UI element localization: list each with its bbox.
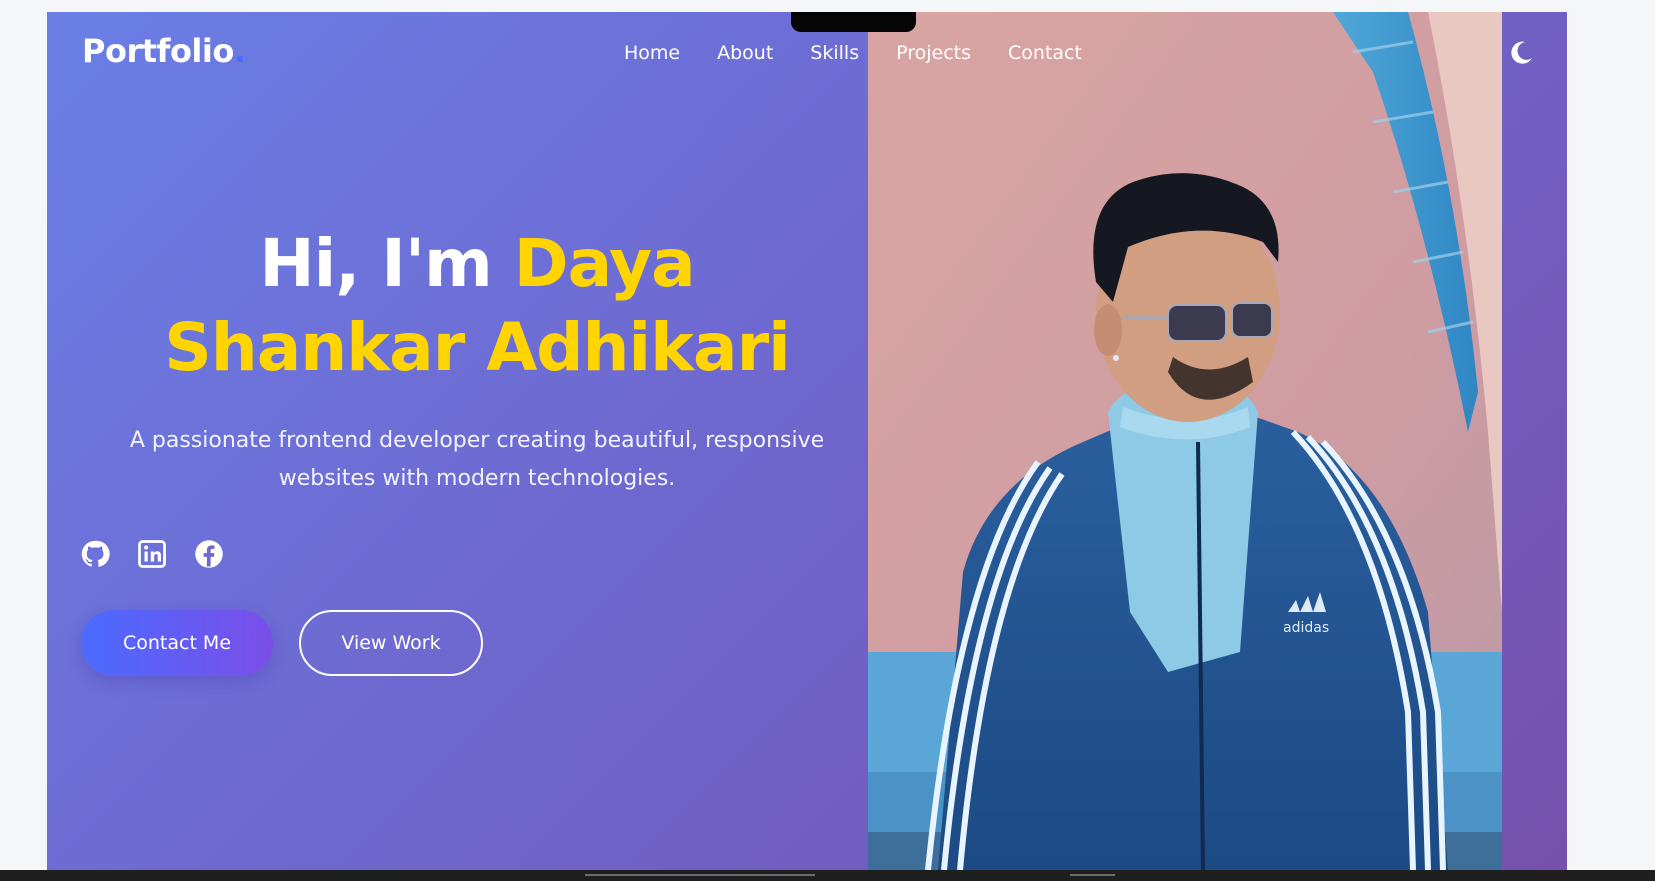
hero-subtitle: A passionate frontend developer creating… [129, 428, 825, 491]
contact-me-button[interactable]: Contact Me [81, 610, 273, 676]
github-icon[interactable] [80, 539, 110, 569]
social-links [80, 539, 224, 569]
linkedin-icon[interactable] [137, 539, 167, 569]
view-work-button[interactable]: View Work [299, 610, 483, 676]
logo-text: Portfolio [82, 32, 234, 70]
hero-greeting: Hi, I'm [259, 225, 514, 302]
profile-photo: adidas [868, 12, 1502, 870]
taskbar-indicator [585, 874, 815, 876]
nav-contact[interactable]: Contact [1008, 42, 1082, 64]
page-top-strip [0, 0, 1655, 12]
nav-home[interactable]: Home [624, 42, 680, 64]
hero-heading: Hi, I'm Daya Shankar Adhikari [87, 222, 867, 390]
logo-dot: . [233, 32, 246, 70]
moon-icon [1511, 41, 1532, 64]
taskbar-strip [0, 870, 1655, 881]
taskbar-indicator [1070, 874, 1115, 876]
hero-section: Portfolio. adidas Home About Skills Proj… [47, 12, 1567, 870]
nav-skills[interactable]: Skills [810, 42, 859, 64]
nav-projects[interactable]: Projects [896, 42, 971, 64]
main-nav: Home About Skills Projects Contact [624, 42, 1119, 64]
jacket-logo: adidas [1283, 620, 1329, 636]
facebook-icon[interactable] [194, 539, 224, 569]
camera-notch [791, 12, 916, 32]
hero-name-first: Daya [513, 225, 696, 302]
hero-name-rest: Shankar Adhikari [164, 309, 791, 386]
site-logo[interactable]: Portfolio. [82, 32, 246, 70]
theme-toggle-button[interactable] [1507, 39, 1535, 67]
nav-about[interactable]: About [717, 42, 773, 64]
